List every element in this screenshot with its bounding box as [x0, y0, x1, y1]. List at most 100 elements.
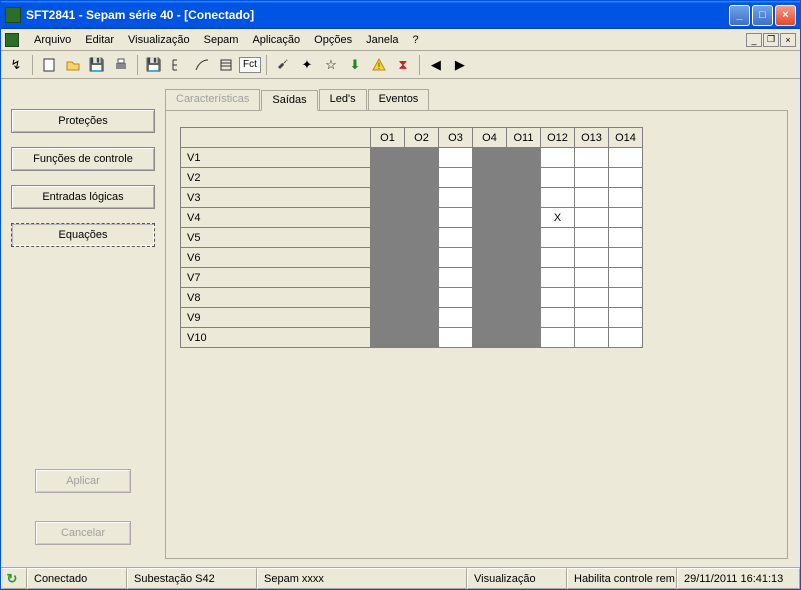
cell-V7-O2: [405, 268, 439, 288]
cell-V7-O14[interactable]: [609, 268, 643, 288]
cell-V3-O14[interactable]: [609, 188, 643, 208]
sidebar-btn-0[interactable]: Proteções: [11, 109, 155, 133]
menu-[interactable]: ?: [406, 32, 426, 48]
cell-V2-O2: [405, 168, 439, 188]
mdi-close[interactable]: ×: [780, 33, 796, 47]
curve-icon[interactable]: [191, 54, 213, 76]
cell-V7-O3[interactable]: [439, 268, 473, 288]
save2-icon[interactable]: 💾: [143, 54, 165, 76]
menu-opes[interactable]: Opções: [307, 32, 359, 48]
list-icon[interactable]: [215, 54, 237, 76]
cell-V7-O13[interactable]: [575, 268, 609, 288]
row-header-V1: V1: [181, 148, 371, 168]
cell-V9-O14[interactable]: [609, 308, 643, 328]
cell-V7-O12[interactable]: [541, 268, 575, 288]
download-icon[interactable]: ⬇: [344, 54, 366, 76]
tab-1[interactable]: Saídas: [261, 90, 317, 111]
refresh-icon[interactable]: ↻: [7, 571, 18, 587]
cell-V4-O3[interactable]: [439, 208, 473, 228]
tab-2[interactable]: Led's: [319, 89, 367, 110]
cell-V1-O3[interactable]: [439, 148, 473, 168]
cell-V7-O11: [507, 268, 541, 288]
cell-V2-O13[interactable]: [575, 168, 609, 188]
cell-V9-O3[interactable]: [439, 308, 473, 328]
menu-sepam[interactable]: Sepam: [197, 32, 246, 48]
apply-button[interactable]: Aplicar: [35, 469, 131, 493]
maximize-button[interactable]: □: [752, 5, 773, 26]
tabstrip: CaracterísticasSaídasLed'sEventos: [165, 89, 788, 111]
status-connected: Conectado: [27, 568, 127, 589]
cell-V9-O13[interactable]: [575, 308, 609, 328]
cell-V10-O3[interactable]: [439, 328, 473, 348]
menu-editar[interactable]: Editar: [78, 32, 121, 48]
menu-aplicao[interactable]: Aplicação: [245, 32, 307, 48]
sidebar-btn-1[interactable]: Funções de controle: [11, 147, 155, 171]
mdi-restore[interactable]: ❐: [763, 33, 779, 47]
print-icon[interactable]: [110, 54, 132, 76]
save-icon[interactable]: 💾: [86, 54, 108, 76]
cell-V2-O1: [371, 168, 405, 188]
cancel-button[interactable]: Cancelar: [35, 521, 131, 545]
warning-icon[interactable]: !: [368, 54, 390, 76]
tab-0[interactable]: Características: [165, 89, 260, 110]
cell-V5-O3[interactable]: [439, 228, 473, 248]
menu-janela[interactable]: Janela: [359, 32, 405, 48]
cell-V8-O12[interactable]: [541, 288, 575, 308]
menu-visualizao[interactable]: Visualização: [121, 32, 197, 48]
cell-V2-O3[interactable]: [439, 168, 473, 188]
fct-button[interactable]: Fct: [239, 57, 261, 73]
cell-V3-O3[interactable]: [439, 188, 473, 208]
cell-V4-O2: [405, 208, 439, 228]
cell-V4-O13[interactable]: [575, 208, 609, 228]
menubar: ArquivoEditarVisualizaçãoSepamAplicaçãoO…: [1, 29, 800, 51]
cell-V8-O14[interactable]: [609, 288, 643, 308]
mdi-minimize[interactable]: _: [746, 33, 762, 47]
cell-V4-O1: [371, 208, 405, 228]
outputs-grid: O1O2O3O4O11O12O13O14 V1V2V3V4XV5V6V7V8V9…: [180, 127, 643, 348]
cell-V5-O13[interactable]: [575, 228, 609, 248]
cell-V9-O1: [371, 308, 405, 328]
close-button[interactable]: ×: [775, 5, 796, 26]
cell-V4-O12[interactable]: X: [541, 208, 575, 228]
sidebar-btn-2[interactable]: Entradas lógicas: [11, 185, 155, 209]
cell-V2-O14[interactable]: [609, 168, 643, 188]
cell-V6-O14[interactable]: [609, 248, 643, 268]
row-header-V4: V4: [181, 208, 371, 228]
tree-icon[interactable]: [167, 54, 189, 76]
cell-V6-O4: [473, 248, 507, 268]
cell-V1-O12[interactable]: [541, 148, 575, 168]
row-header-V9: V9: [181, 308, 371, 328]
tool-1-icon[interactable]: ✦: [296, 54, 318, 76]
connect-icon[interactable]: ↯: [5, 54, 27, 76]
cell-V3-O13[interactable]: [575, 188, 609, 208]
open-icon[interactable]: [62, 54, 84, 76]
cell-V2-O12[interactable]: [541, 168, 575, 188]
cell-V8-O13[interactable]: [575, 288, 609, 308]
cell-V10-O12[interactable]: [541, 328, 575, 348]
wrench-icon[interactable]: [272, 54, 294, 76]
cell-V1-O14[interactable]: [609, 148, 643, 168]
cell-V5-O12[interactable]: [541, 228, 575, 248]
sidebar-btn-3[interactable]: Equações: [11, 223, 155, 247]
cell-V10-O4: [473, 328, 507, 348]
cell-V10-O14[interactable]: [609, 328, 643, 348]
cell-V8-O3[interactable]: [439, 288, 473, 308]
cell-V10-O13[interactable]: [575, 328, 609, 348]
status-datetime: 29/11/2011 16:41:13: [677, 568, 800, 589]
new-icon[interactable]: [38, 54, 60, 76]
minimize-button[interactable]: _: [729, 5, 750, 26]
cell-V6-O12[interactable]: [541, 248, 575, 268]
menu-arquivo[interactable]: Arquivo: [27, 32, 78, 48]
cell-V3-O12[interactable]: [541, 188, 575, 208]
next-icon[interactable]: ▶: [449, 54, 471, 76]
cell-V6-O3[interactable]: [439, 248, 473, 268]
breaker-icon[interactable]: ⧗: [392, 54, 414, 76]
prev-icon[interactable]: ◀: [425, 54, 447, 76]
tool-2-icon[interactable]: ☆: [320, 54, 342, 76]
cell-V6-O13[interactable]: [575, 248, 609, 268]
cell-V1-O13[interactable]: [575, 148, 609, 168]
cell-V4-O14[interactable]: [609, 208, 643, 228]
cell-V5-O14[interactable]: [609, 228, 643, 248]
tab-3[interactable]: Eventos: [368, 89, 430, 110]
cell-V9-O12[interactable]: [541, 308, 575, 328]
